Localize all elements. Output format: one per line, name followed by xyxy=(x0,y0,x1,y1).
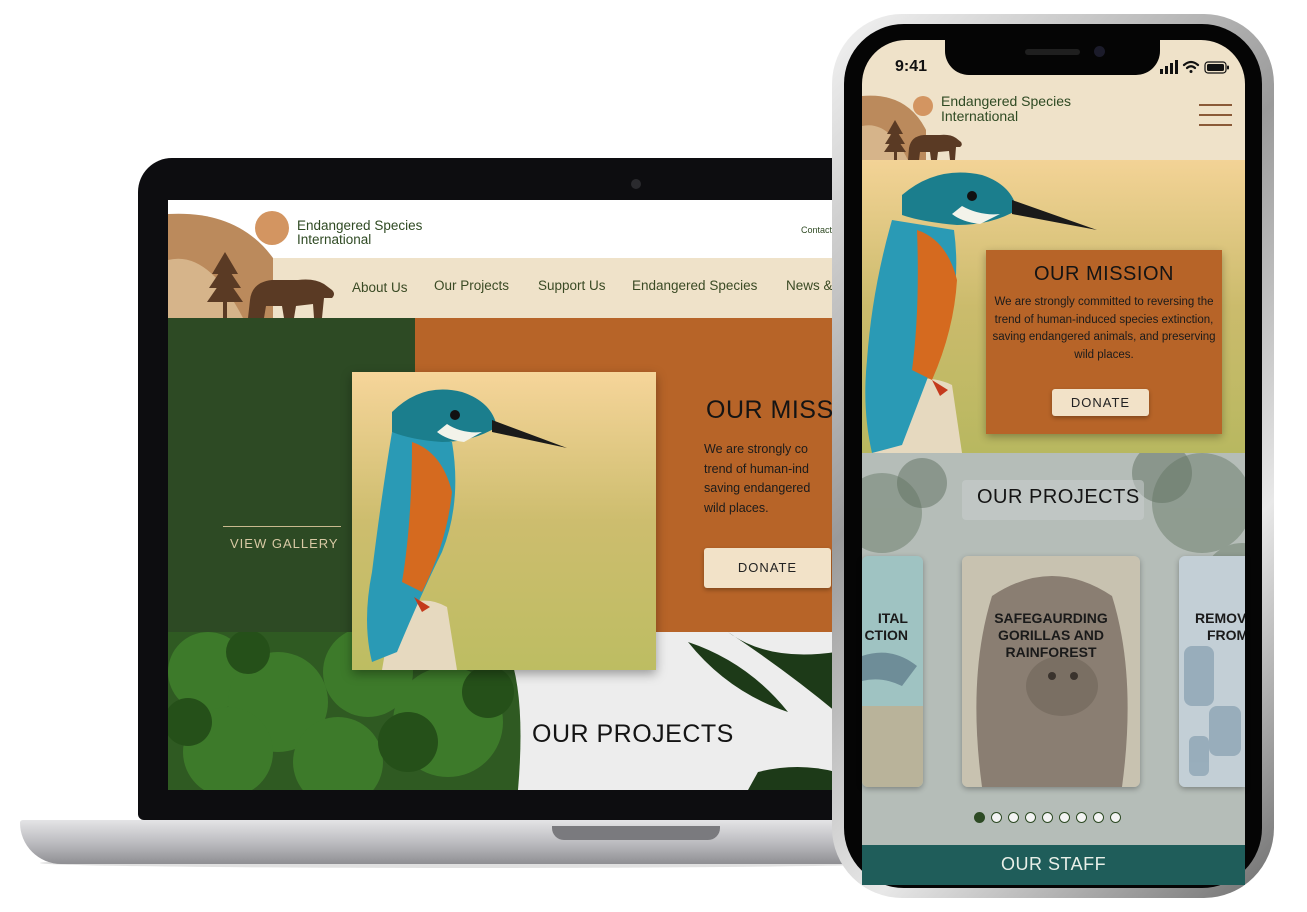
nav-endangered-species[interactable]: Endangered Species xyxy=(632,278,757,293)
carousel-dot[interactable] xyxy=(1059,812,1070,823)
project-card-plastic-line-1: REMOV xyxy=(1195,610,1245,626)
project-card-gorillas-line-2: GORILLAS AND xyxy=(997,627,1105,643)
nav-support-us[interactable]: Support Us xyxy=(538,278,606,293)
laptop-base xyxy=(20,820,920,864)
laptop-opening-notch xyxy=(552,826,720,840)
desktop-screen: Endangered Species International Contact… xyxy=(168,200,836,790)
carousel-dot[interactable] xyxy=(1076,812,1087,823)
mission-title: OUR MISSI xyxy=(706,396,836,424)
donate-button[interactable]: DONATE xyxy=(704,548,831,588)
nav-our-projects[interactable]: Our Projects xyxy=(434,278,509,293)
laptop-camera xyxy=(631,179,641,189)
project-card-gorillas-line-1: SAFEGAURDING xyxy=(994,610,1108,626)
status-icons xyxy=(1160,60,1229,74)
sun-icon xyxy=(255,211,289,245)
mobile-brand-name[interactable]: Endangered Species International xyxy=(941,94,1071,124)
mobile-projects-title: OUR PROJECTS xyxy=(977,486,1140,508)
mobile-brand-line-2: International xyxy=(941,108,1019,124)
contact-link[interactable]: Contact xyxy=(801,225,832,235)
mobile-brand-line-1: Endangered Species xyxy=(941,93,1071,109)
carousel-dot[interactable] xyxy=(974,812,985,823)
mission-text: We are strongly co trend of human-ind sa… xyxy=(704,440,836,518)
project-card-gorillas-image xyxy=(962,556,1140,787)
brand-line-2: International xyxy=(297,232,372,247)
projects-title: OUR PROJECTS xyxy=(532,720,734,748)
brand-name[interactable]: Endangered Species International xyxy=(297,219,422,247)
brand-line-1: Endangered Species xyxy=(297,218,423,233)
desktop-header: Endangered Species International Contact… xyxy=(168,200,836,318)
bear-icon xyxy=(248,279,334,318)
mobile-mission-text: We are strongly committed to reversing t… xyxy=(992,296,1216,361)
phone-notch xyxy=(945,38,1160,75)
wifi-icon xyxy=(1182,60,1200,73)
gallery-divider xyxy=(223,526,341,527)
mobile-donate-button[interactable]: DONATE xyxy=(1052,389,1149,416)
mobile-mission-title: OUR MISSION xyxy=(1034,263,1174,285)
phone-camera xyxy=(1094,46,1105,57)
carousel-pagination[interactable] xyxy=(974,812,1121,824)
hamburger-menu-icon[interactable] xyxy=(1199,104,1232,128)
carousel-dot[interactable] xyxy=(991,812,1002,823)
project-card-coastal-image xyxy=(862,556,923,787)
project-card-gorillas-label: SAFEGAURDING GORILLAS AND RAINFOREST xyxy=(962,610,1140,661)
project-card-coastal-line-2: CTION xyxy=(864,627,908,643)
project-card-coastal-line-1: ITAL xyxy=(877,610,908,626)
view-gallery-link[interactable]: VIEW GALLERY xyxy=(230,536,339,551)
nav-about-us[interactable]: About Us xyxy=(352,280,408,295)
carousel-dot[interactable] xyxy=(1093,812,1104,823)
mobile-staff-title: OUR STAFF xyxy=(1001,854,1107,874)
project-card-gorillas-line-3: RAINFOREST xyxy=(1005,644,1097,660)
sun-icon xyxy=(913,96,933,116)
mission-line-2: trend of human-ind xyxy=(704,461,809,476)
bear-icon xyxy=(908,134,962,160)
signal-icon xyxy=(1160,60,1178,74)
battery-icon xyxy=(1204,61,1229,74)
mission-line-3: saving endangered xyxy=(704,481,811,495)
project-card-gorillas[interactable]: SAFEGAURDING GORILLAS AND RAINFOREST xyxy=(962,556,1140,787)
carousel-dot[interactable] xyxy=(1025,812,1036,823)
project-card-plastic-image xyxy=(1179,556,1245,787)
project-card-coastal[interactable]: ITAL CTION xyxy=(862,556,923,787)
carousel-dot[interactable] xyxy=(1008,812,1019,823)
carousel-dot[interactable] xyxy=(1110,812,1121,823)
kingfisher-photo xyxy=(352,372,656,670)
phone-speaker xyxy=(1025,49,1080,55)
mission-line-1: We are strongly co xyxy=(704,442,808,456)
status-time: 9:41 xyxy=(895,58,928,75)
project-card-plastic-line-2: FROM xyxy=(1207,627,1245,643)
project-card-coastal-label: ITAL CTION xyxy=(862,610,908,644)
project-card-plastic[interactable]: REMOV FROM xyxy=(1179,556,1245,787)
project-card-plastic-label: REMOV FROM xyxy=(1195,610,1245,644)
mission-line-4: wild places. xyxy=(704,500,769,515)
nav-news[interactable]: News & xyxy=(786,278,833,293)
carousel-dot[interactable] xyxy=(1042,812,1053,823)
